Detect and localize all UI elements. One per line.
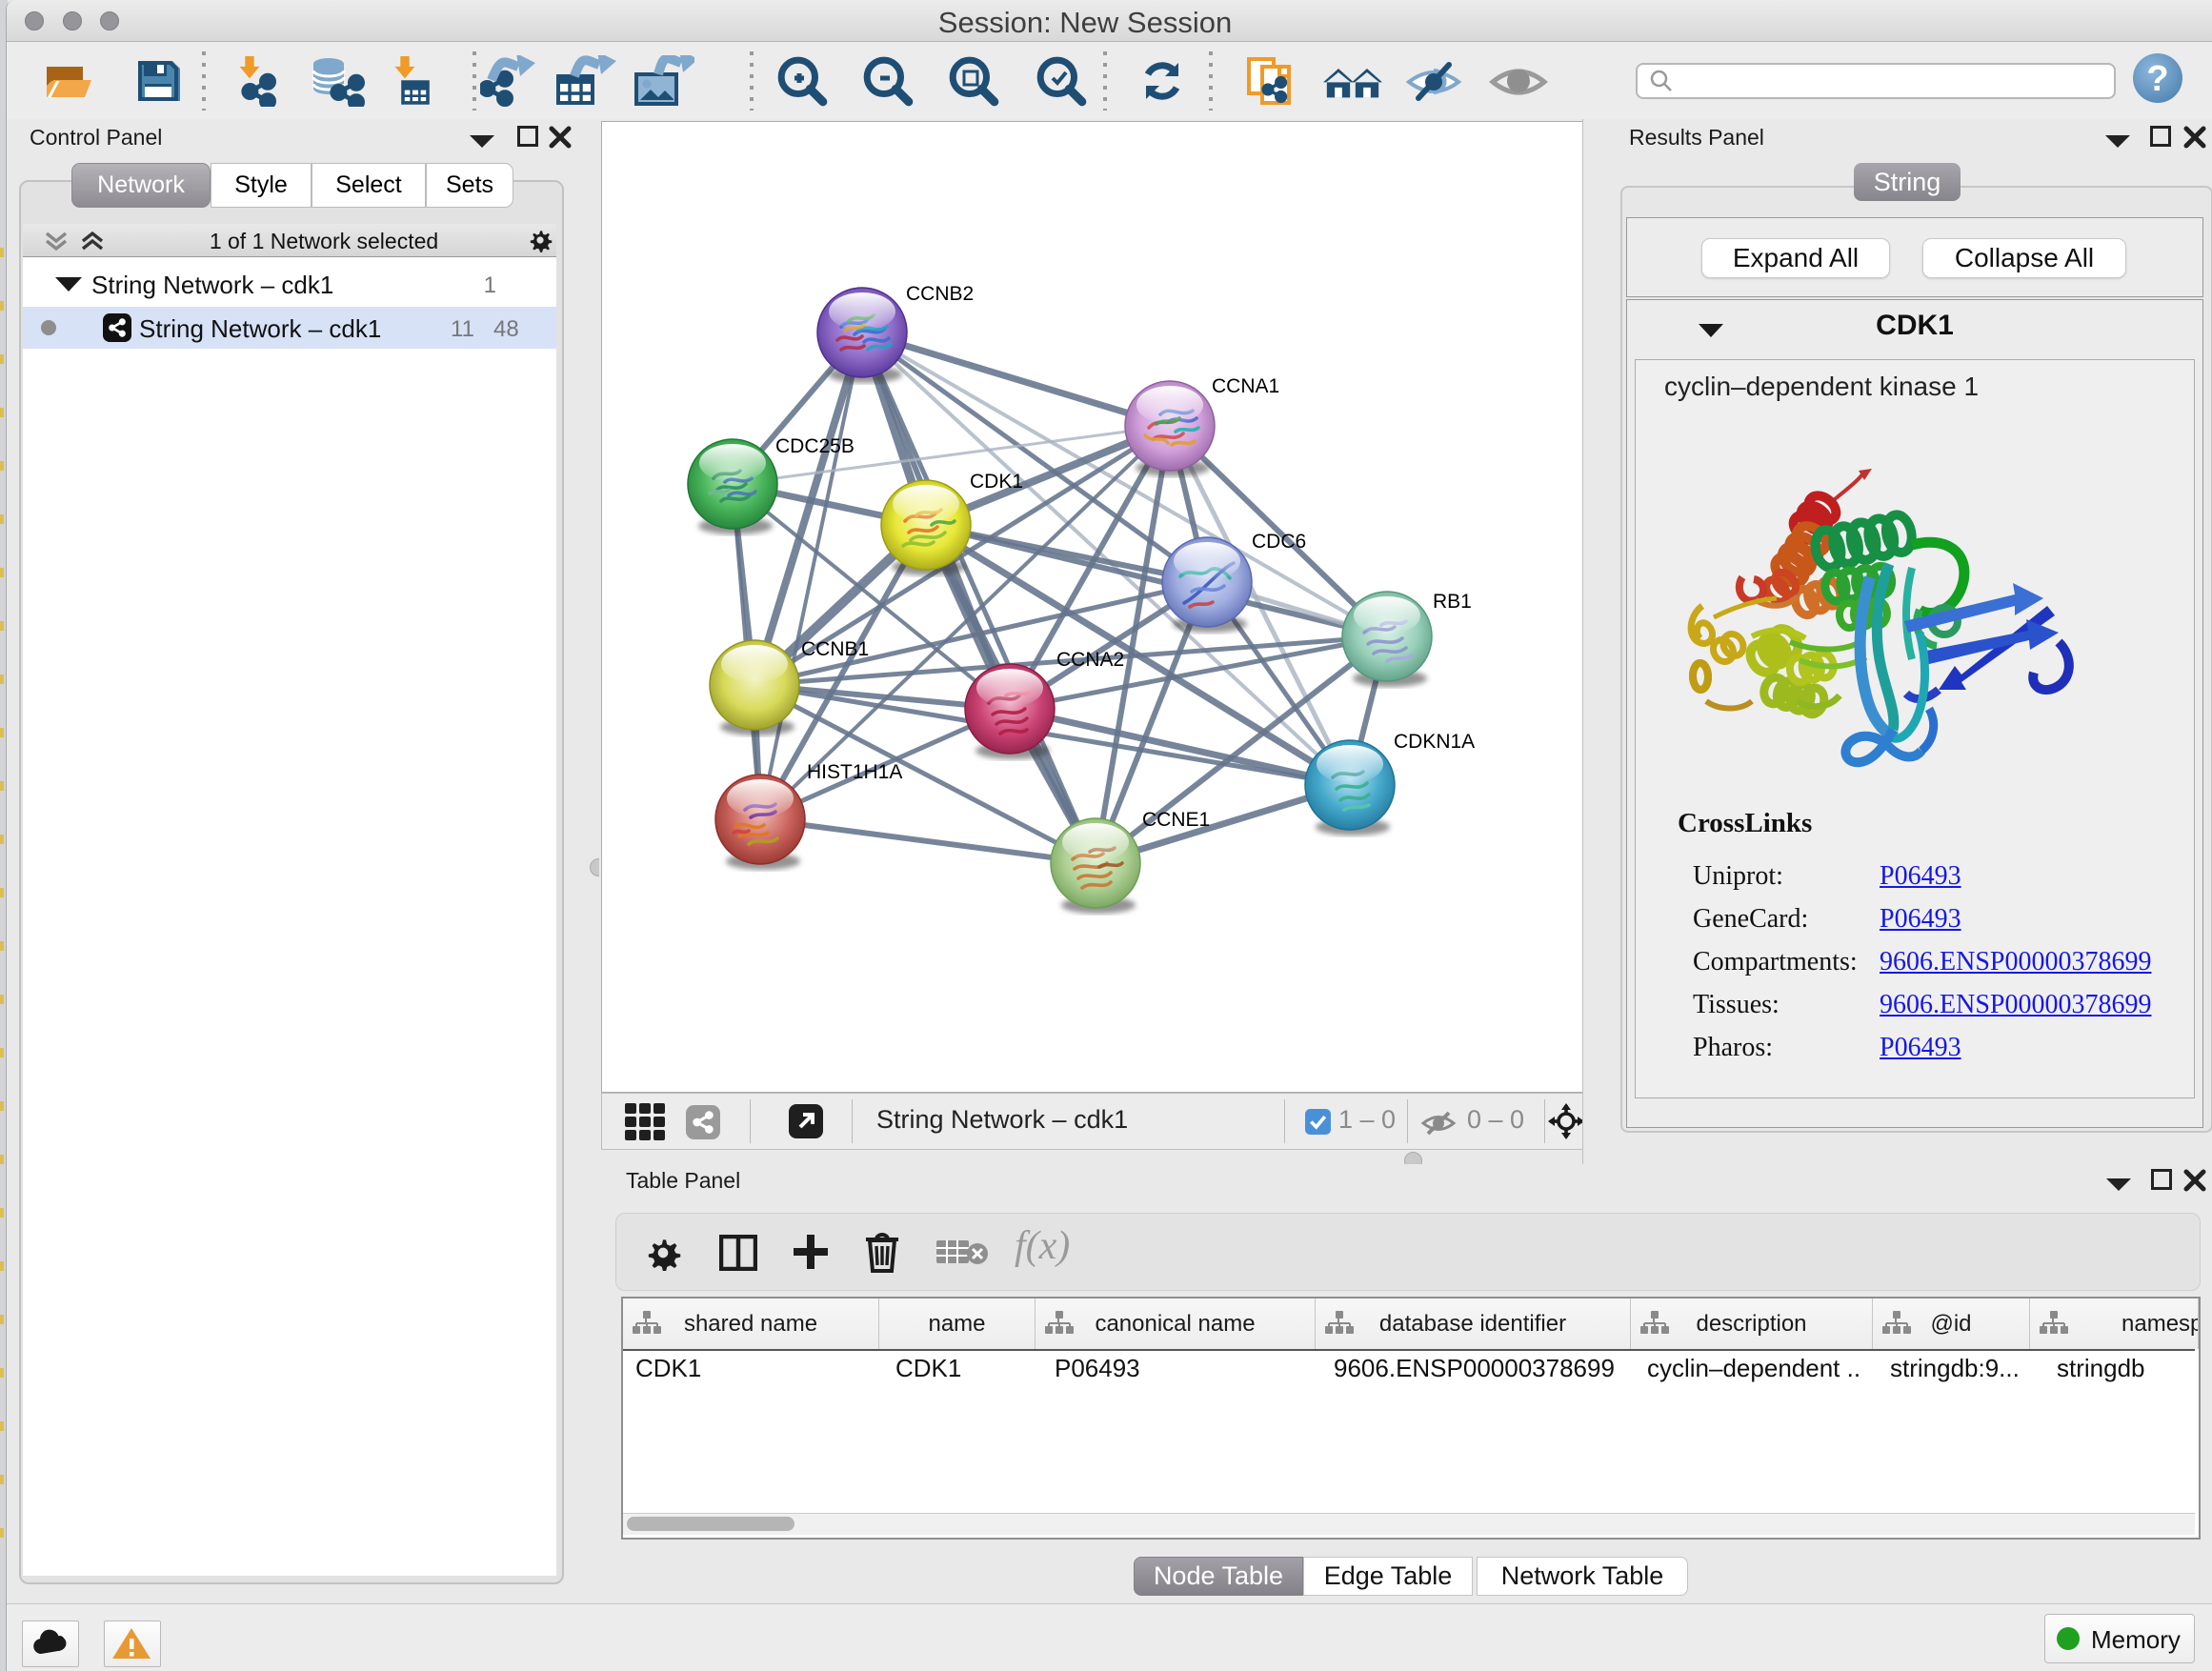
svg-text:CCNB2: CCNB2 (906, 283, 974, 305)
svg-text:CCNE1: CCNE1 (1142, 809, 1210, 831)
svg-text:CCNA2: CCNA2 (1056, 649, 1124, 671)
svg-text:CDC25B: CDC25B (775, 435, 855, 457)
svg-text:CDK1: CDK1 (970, 471, 1023, 493)
svg-text:CDKN1A: CDKN1A (1394, 731, 1475, 753)
svg-text:CDC6: CDC6 (1252, 531, 1306, 553)
svg-text:CCNA1: CCNA1 (1212, 375, 1279, 397)
svg-text:CCNB1: CCNB1 (801, 638, 869, 660)
svg-text:RB1: RB1 (1433, 591, 1472, 613)
svg-text:HIST1H1A: HIST1H1A (807, 761, 902, 783)
svg-text:?: ? (2146, 59, 2168, 99)
